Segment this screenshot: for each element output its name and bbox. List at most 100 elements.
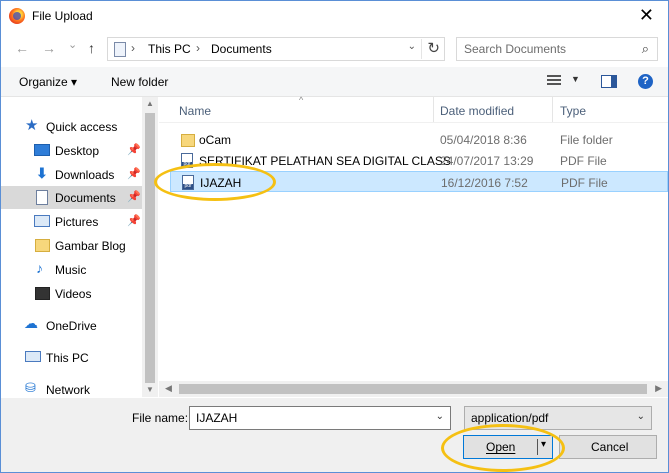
computer-icon [25, 351, 41, 362]
dialog-footer: File name: IJAZAH ⌄ application/pdf ⌄ Op… [1, 398, 668, 472]
file-row-sertifikat[interactable]: SERTIFIKAT PELATHAN SEA DIGITAL CLASS 24… [170, 150, 666, 171]
navigation-bar: ← → ⌄ ↑ › This PC › Documents ⌄ ↻ Search… [1, 32, 668, 65]
sidebar-item-label: Pictures [55, 215, 99, 229]
breadcrumb-documents[interactable]: Documents [211, 42, 272, 56]
file-name: SERTIFIKAT PELATHAN SEA DIGITAL CLASS [199, 154, 451, 168]
file-name-field[interactable]: IJAZAH ⌄ [189, 406, 451, 430]
file-row-ijazah[interactable]: IJAZAH 16/12/2016 7:52 PDF File [170, 171, 668, 192]
sidebar-item-quick-access[interactable]: ★ Quick access [1, 115, 142, 138]
split-divider [537, 439, 538, 455]
column-divider[interactable] [552, 97, 553, 122]
column-date-modified[interactable]: Date modified [440, 104, 514, 118]
forward-button[interactable]: → [42, 40, 56, 56]
sidebar-item-onedrive[interactable]: ☁ OneDrive [1, 314, 142, 337]
sidebar-item-label: Videos [55, 287, 92, 301]
folder-icon [35, 239, 50, 252]
help-icon[interactable]: ? [638, 74, 653, 89]
sidebar-item-label: Network [46, 383, 91, 397]
network-icon: ⛁ [25, 380, 36, 395]
chevron-down-icon[interactable]: ⌄ [436, 411, 444, 422]
sidebar-item-this-pc[interactable]: This PC [1, 346, 142, 369]
column-type[interactable]: Type [560, 104, 586, 118]
close-button[interactable]: ✕ [639, 5, 654, 25]
file-type-filter[interactable]: application/pdf ⌄ [464, 406, 652, 430]
column-divider[interactable] [433, 97, 434, 122]
sidebar-item-label: OneDrive [46, 319, 97, 333]
scroll-up-icon[interactable]: ▲ [146, 99, 154, 108]
file-type: PDF File [560, 154, 607, 168]
file-date: 05/04/2018 8:36 [440, 133, 527, 147]
desktop-icon [34, 144, 50, 156]
address-bar[interactable]: › This PC › Documents ⌄ ↻ [107, 37, 445, 61]
sidebar-item-label: Gambar Blog [55, 239, 126, 253]
title-bar: File Upload ✕ [1, 1, 668, 32]
open-dropdown-icon[interactable]: ▾ [541, 439, 546, 450]
sidebar-item-desktop[interactable]: Desktop 📌 [1, 139, 142, 162]
search-placeholder: Search Documents [464, 42, 567, 56]
sidebar-scrollbar[interactable]: ▲ ▼ [142, 97, 158, 397]
view-options-icon[interactable] [547, 75, 561, 87]
scrollbar-thumb[interactable] [145, 113, 155, 383]
sidebar-item-label: Documents [55, 191, 116, 205]
music-icon: ♪ [36, 260, 43, 276]
file-row-ocam[interactable]: oCam 05/04/2018 8:36 File folder [170, 129, 666, 150]
preview-pane-icon[interactable] [601, 75, 617, 88]
pin-icon: 📌 [127, 191, 141, 203]
sidebar-item-pictures[interactable]: Pictures 📌 [1, 210, 142, 233]
back-button[interactable]: ← [15, 40, 29, 56]
new-folder-button[interactable]: New folder [111, 75, 168, 89]
file-name-value: IJAZAH [196, 411, 238, 425]
up-button[interactable]: ↑ [88, 40, 95, 56]
file-type: PDF File [561, 176, 608, 190]
chevron-down-icon[interactable]: ⌄ [637, 411, 645, 422]
sort-arrow-icon: ^ [299, 95, 304, 105]
sidebar-item-label: Downloads [55, 168, 115, 182]
command-toolbar: Organize ▾ New folder ▼ ? [1, 67, 668, 97]
view-dropdown-icon[interactable]: ▼ [571, 74, 580, 84]
pdf-icon [182, 175, 194, 190]
scroll-down-icon[interactable]: ▼ [146, 385, 154, 394]
pin-icon: 📌 [127, 168, 141, 180]
documents-icon [36, 190, 48, 205]
sidebar-item-documents[interactable]: Documents 📌 [1, 186, 142, 209]
sidebar-item-videos[interactable]: Videos [1, 282, 142, 305]
sidebar-item-label: This PC [46, 351, 89, 365]
cloud-icon: ☁ [24, 315, 38, 331]
sidebar-item-downloads[interactable]: ⬇ Downloads 📌 [1, 163, 142, 186]
star-icon: ★ [25, 117, 39, 134]
address-dropdown-icon[interactable]: ⌄ [408, 41, 416, 52]
organize-button[interactable]: Organize ▾ [19, 75, 77, 89]
file-name: IJAZAH [200, 176, 242, 190]
breadcrumb-this-pc[interactable]: This PC [148, 42, 191, 56]
computer-icon [114, 42, 126, 57]
refresh-icon[interactable]: ↻ [421, 39, 440, 59]
pictures-icon [34, 215, 50, 227]
scroll-left-icon[interactable]: ◀ [165, 383, 172, 394]
file-list-scrollbar[interactable]: ◀ ▶ [159, 381, 668, 397]
sidebar-item-music[interactable]: ♪ Music [1, 258, 142, 281]
file-type-filter-value: application/pdf [471, 411, 549, 425]
file-upload-dialog: File Upload ✕ ← → ⌄ ↑ › This PC › Docume… [0, 0, 669, 473]
recent-locations-button[interactable]: ⌄ [68, 38, 77, 51]
download-icon: ⬇ [36, 165, 48, 181]
dialog-title: File Upload [32, 9, 93, 23]
navigation-pane: ★ Quick access Desktop 📌 ⬇ Downloads 📌 D… [1, 97, 158, 397]
file-list: ^ Name Date modified Type oCam 05/04/201… [159, 95, 668, 397]
search-input[interactable]: Search Documents ⌕ [456, 37, 658, 61]
file-date: 16/12/2016 7:52 [441, 176, 528, 190]
column-name[interactable]: Name [179, 104, 211, 118]
sidebar-item-gambar-blog[interactable]: Gambar Blog [1, 234, 142, 257]
cancel-button[interactable]: Cancel [559, 435, 657, 459]
column-headers: ^ Name Date modified Type [159, 95, 668, 123]
pdf-icon [181, 153, 193, 168]
sidebar-item-label: Quick access [46, 120, 118, 134]
open-button[interactable]: Open ▾ [463, 435, 553, 459]
scrollbar-thumb[interactable] [179, 384, 647, 394]
folder-icon [181, 134, 195, 147]
file-name: oCam [199, 133, 232, 147]
pin-icon: 📌 [127, 144, 141, 156]
file-name-label: File name: [132, 411, 189, 425]
open-button-label: Open [486, 440, 516, 454]
pin-icon: 📌 [127, 215, 141, 227]
scroll-right-icon[interactable]: ▶ [655, 383, 662, 394]
